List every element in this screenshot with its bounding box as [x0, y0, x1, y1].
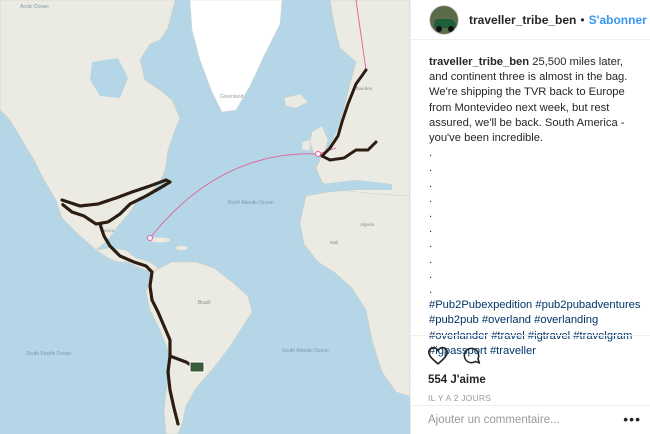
follow-button[interactable]: S'abonner	[589, 13, 647, 27]
label-algeria: Algeria	[360, 222, 375, 227]
caption-dot-5: .	[429, 208, 433, 221]
label-arctic-ocean: Arctic Ocean	[20, 4, 49, 10]
caption-dot-4: .	[429, 192, 433, 205]
label-sweden: Sweden	[356, 86, 373, 91]
label-south-pacific: South Pacific Ocean	[26, 351, 72, 357]
caption-username[interactable]: traveller_tribe_ben	[429, 56, 529, 68]
label-south-atlantic: South Atlantic Ocean	[282, 348, 329, 354]
likes-count[interactable]: 554 J'aime	[428, 374, 650, 386]
comment-box: •••	[411, 405, 650, 434]
post-sidebar: traveller_tribe_ben • S'abonner travelle…	[410, 0, 650, 434]
cuba-shape	[150, 237, 170, 243]
post-photo[interactable]: Arctic Ocean Greenland North Atlantic Oc…	[0, 0, 410, 434]
europe-pin	[315, 151, 321, 157]
label-brazil: Brazil	[198, 300, 211, 306]
caption-text: 25,500 miles later, and continent three …	[429, 56, 628, 145]
caption-dot-10: .	[429, 284, 433, 297]
caption-dot-6: .	[429, 223, 433, 236]
more-dots-icon[interactable]: •••	[623, 412, 641, 426]
caption: traveller_tribe_ben 25,500 miles later, …	[429, 55, 641, 359]
ireland-shape	[301, 139, 311, 151]
florida-pin	[147, 235, 153, 241]
caption-dot-1: .	[429, 147, 433, 160]
post-header: traveller_tribe_ben • S'abonner	[411, 0, 650, 40]
caption-dot-8: .	[429, 253, 433, 266]
world-map: Arctic Ocean Greenland North Atlantic Oc…	[0, 0, 410, 434]
heart-icon[interactable]	[428, 346, 448, 365]
label-north-atlantic: North Atlantic Ocean	[228, 200, 274, 206]
avatar[interactable]	[429, 4, 459, 35]
label-greenland: Greenland	[220, 94, 244, 100]
caption-dot-7: .	[429, 238, 433, 251]
action-icons	[428, 344, 650, 366]
caption-dot-9: .	[429, 268, 433, 281]
separator-dot: •	[580, 12, 585, 27]
caption-dot-3: .	[429, 177, 433, 190]
username-link[interactable]: traveller_tribe_ben	[469, 13, 576, 27]
post-timestamp: IL Y A 2 JOURS	[428, 393, 492, 403]
label-mali: Mali	[330, 240, 338, 245]
comment-bubble-icon[interactable]	[462, 346, 481, 365]
caption-dot-2: .	[429, 162, 433, 175]
hispaniola-shape	[176, 246, 188, 250]
comment-input[interactable]	[428, 414, 608, 426]
car-marker	[189, 361, 205, 373]
